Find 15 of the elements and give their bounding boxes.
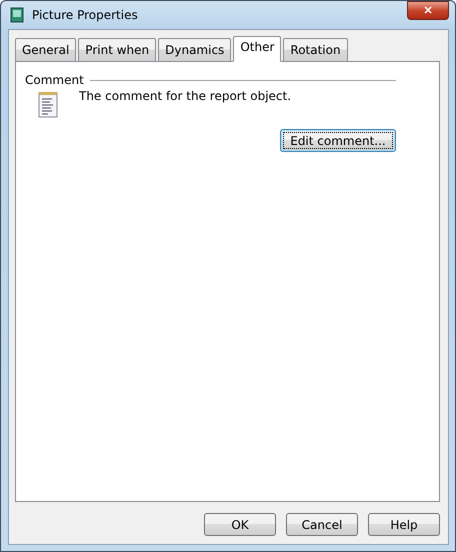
notepad-icon: [37, 91, 59, 119]
tab[interactable]: Print when: [78, 38, 156, 62]
tab[interactable]: Dynamics: [158, 38, 232, 62]
dialog-button[interactable]: Help: [368, 513, 440, 536]
dialog-button[interactable]: Cancel: [286, 513, 358, 536]
tab[interactable]: Other: [233, 36, 282, 62]
comment-description: The comment for the report object.: [79, 89, 292, 105]
tab[interactable]: General: [15, 38, 76, 62]
app-icon: [10, 7, 24, 23]
tab[interactable]: Rotation: [283, 38, 348, 62]
window-title: Picture Properties: [32, 8, 139, 22]
close-button[interactable]: ✕: [407, 1, 449, 20]
group-title: Comment: [25, 73, 84, 87]
dialog-button[interactable]: OK: [204, 513, 276, 536]
edit-comment-button[interactable]: Edit comment...: [280, 129, 396, 152]
